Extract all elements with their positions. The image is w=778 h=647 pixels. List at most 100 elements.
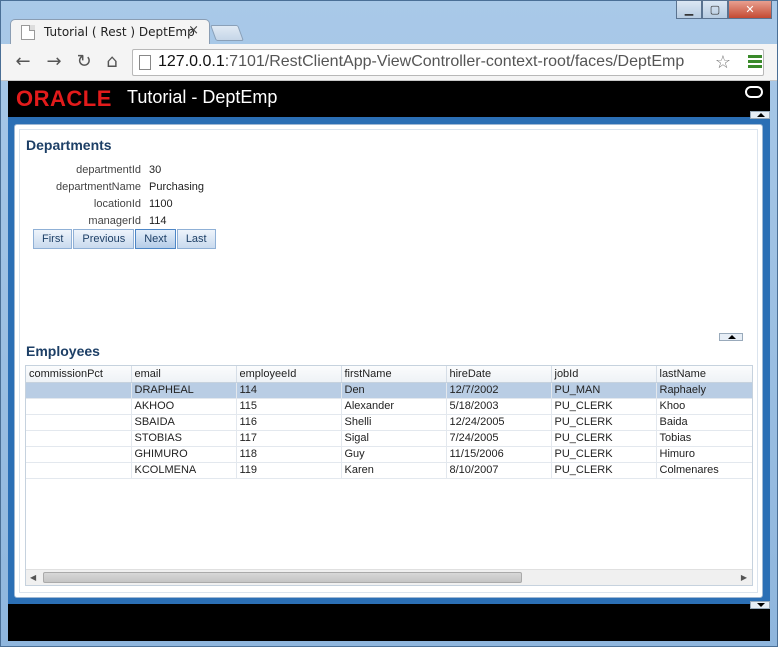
department-form: departmentId 30 departmentName Purchasin… — [26, 164, 204, 232]
table-cell-lastName: Colmenares — [656, 462, 752, 479]
table-cell-firstName: Alexander — [341, 398, 447, 415]
table-cell-commissionPct — [26, 414, 132, 431]
column-header-employeeId[interactable]: employeeId — [236, 366, 342, 383]
table-cell-email: DRAPHEAL — [131, 382, 237, 399]
next-button[interactable]: Next — [135, 229, 176, 249]
table-cell-commissionPct — [26, 398, 132, 415]
url-text[interactable]: 127.0.0.1:7101/RestClientApp-ViewControl… — [158, 53, 684, 71]
field-row: departmentName Purchasing — [26, 181, 204, 198]
table-cell-hireDate: 11/15/2006 — [446, 446, 552, 463]
table-cell-employeeId: 118 — [236, 446, 342, 463]
back-arrow-icon[interactable]: ← — [13, 52, 33, 72]
first-button[interactable]: First — [33, 229, 73, 249]
table-cell-hireDate: 5/18/2003 — [446, 398, 552, 415]
table-cell-email: AKHOO — [131, 398, 237, 415]
tab-close-icon[interactable]: × — [188, 23, 199, 38]
table-row[interactable]: DRAPHEAL 114 Den 12/7/2002 PU_MAN Raphaely — [26, 382, 752, 399]
app-header: ORACLE Tutorial - DeptEmp — [8, 81, 770, 117]
collapse-pane-icon[interactable] — [719, 333, 743, 341]
scroll-left-icon[interactable]: ◀ — [30, 573, 36, 582]
field-row: departmentId 30 — [26, 164, 204, 181]
column-header-hireDate[interactable]: hireDate — [446, 366, 552, 383]
table-header-row: commissionPct email employeeId firstName hir… — [26, 366, 752, 383]
splitter-up-icon[interactable] — [750, 111, 770, 119]
table-cell-firstName: Shelli — [341, 414, 447, 431]
home-icon[interactable]: ⌂ — [102, 52, 122, 72]
browser-menu-icon[interactable] — [748, 55, 762, 70]
new-tab-button[interactable] — [210, 25, 244, 41]
table-cell-email: STOBIAS — [131, 430, 237, 447]
table-row[interactable]: AKHOO 115 Alexander 5/18/2003 PU_CLERK Khoo — [26, 398, 752, 415]
field-label: locationId — [93, 198, 141, 210]
field-value: 30 — [149, 164, 162, 176]
window-controls: ▁ ▢ ✕ — [676, 0, 772, 20]
column-header-email[interactable]: email — [131, 366, 237, 383]
table-cell-hireDate: 8/10/2007 — [446, 462, 552, 479]
field-label: departmentName — [56, 181, 141, 193]
tab-title: Tutorial ( Rest ) DeptEmp — [44, 25, 195, 39]
reload-icon[interactable]: ↻ — [74, 52, 94, 72]
bookmark-star-icon[interactable]: ☆ — [715, 52, 731, 73]
minimize-button[interactable]: ▁ — [676, 0, 702, 19]
header-oval-icon[interactable] — [745, 86, 763, 98]
address-bar[interactable]: 127.0.0.1:7101/RestClientApp-ViewControl… — [132, 49, 764, 76]
column-header-commissionPct[interactable]: commissionPct — [26, 366, 132, 383]
browser-toolbar: ← → ↻ ⌂ 127.0.0.1:7101/RestClientApp-Vie… — [1, 44, 777, 81]
employees-table: commissionPct email employeeId firstName hir… — [25, 365, 753, 586]
table-cell-hireDate: 12/7/2002 — [446, 382, 552, 399]
employees-heading: Employees — [26, 343, 100, 359]
table-cell-hireDate: 12/24/2005 — [446, 414, 552, 431]
horizontal-scrollbar[interactable]: ◀ ▶ — [26, 569, 752, 585]
table-cell-commissionPct — [26, 462, 132, 479]
tab-strip: Tutorial ( Rest ) DeptEmp × ▁ ▢ ✕ — [0, 0, 778, 45]
table-cell-commissionPct — [26, 446, 132, 463]
table-cell-employeeId: 117 — [236, 430, 342, 447]
table-row[interactable]: GHIMURO 118 Guy 11/15/2006 PU_CLERK Himuro — [26, 446, 752, 463]
table-cell-jobId: PU_CLERK — [551, 462, 657, 479]
table-cell-commissionPct — [26, 430, 132, 447]
table-cell-email: KCOLMENA — [131, 462, 237, 479]
table-cell-lastName: Tobias — [656, 430, 752, 447]
column-header-jobId[interactable]: jobId — [551, 366, 657, 383]
forward-arrow-icon[interactable]: → — [44, 52, 64, 72]
table-cell-employeeId: 114 — [236, 382, 342, 399]
table-row[interactable]: KCOLMENA 119 Karen 8/10/2007 PU_CLERK Colmena… — [26, 462, 752, 479]
app-footer — [8, 604, 770, 641]
table-cell-jobId: PU_CLERK — [551, 414, 657, 431]
field-label: departmentId — [76, 164, 141, 176]
table-cell-jobId: PU_MAN — [551, 382, 657, 399]
navigation-buttons: First Previous Next Last — [33, 229, 217, 249]
scroll-right-icon[interactable]: ▶ — [741, 573, 747, 582]
page-favicon-icon — [21, 25, 35, 40]
table-cell-jobId: PU_CLERK — [551, 446, 657, 463]
column-header-firstName[interactable]: firstName — [341, 366, 447, 383]
table-row[interactable]: SBAIDA 116 Shelli 12/24/2005 PU_CLERK Baida — [26, 414, 752, 431]
table-cell-hireDate: 7/24/2005 — [446, 430, 552, 447]
table-cell-lastName: Baida — [656, 414, 752, 431]
maximize-button[interactable]: ▢ — [702, 0, 728, 19]
app-title: Tutorial - DeptEmp — [127, 87, 278, 107]
splitter-down-icon[interactable] — [750, 601, 770, 609]
previous-button[interactable]: Previous — [73, 229, 135, 249]
table-cell-lastName: Himuro — [656, 446, 752, 463]
oracle-logo: ORACLE — [16, 86, 112, 111]
table-cell-firstName: Karen — [341, 462, 447, 479]
departments-heading: Departments — [26, 137, 112, 153]
table-cell-commissionPct — [26, 382, 132, 399]
table-row[interactable]: STOBIAS 117 Sigal 7/24/2005 PU_CLERK Tobias — [26, 430, 752, 447]
table-cell-employeeId: 119 — [236, 462, 342, 479]
field-value: 1100 — [149, 198, 173, 210]
table-cell-email: GHIMURO — [131, 446, 237, 463]
table-cell-jobId: PU_CLERK — [551, 430, 657, 447]
table-cell-firstName: Sigal — [341, 430, 447, 447]
table-cell-employeeId: 115 — [236, 398, 342, 415]
close-window-button[interactable]: ✕ — [728, 0, 772, 19]
scrollbar-thumb[interactable] — [43, 572, 522, 583]
column-header-lastName[interactable]: lastName — [656, 366, 752, 383]
browser-tab[interactable]: Tutorial ( Rest ) DeptEmp × — [10, 19, 210, 45]
last-button[interactable]: Last — [176, 229, 216, 249]
table-cell-firstName: Guy — [341, 446, 447, 463]
field-value: Purchasing — [149, 181, 205, 193]
table-cell-lastName: Raphaely — [656, 382, 752, 399]
table-cell-lastName: Khoo — [656, 398, 752, 415]
